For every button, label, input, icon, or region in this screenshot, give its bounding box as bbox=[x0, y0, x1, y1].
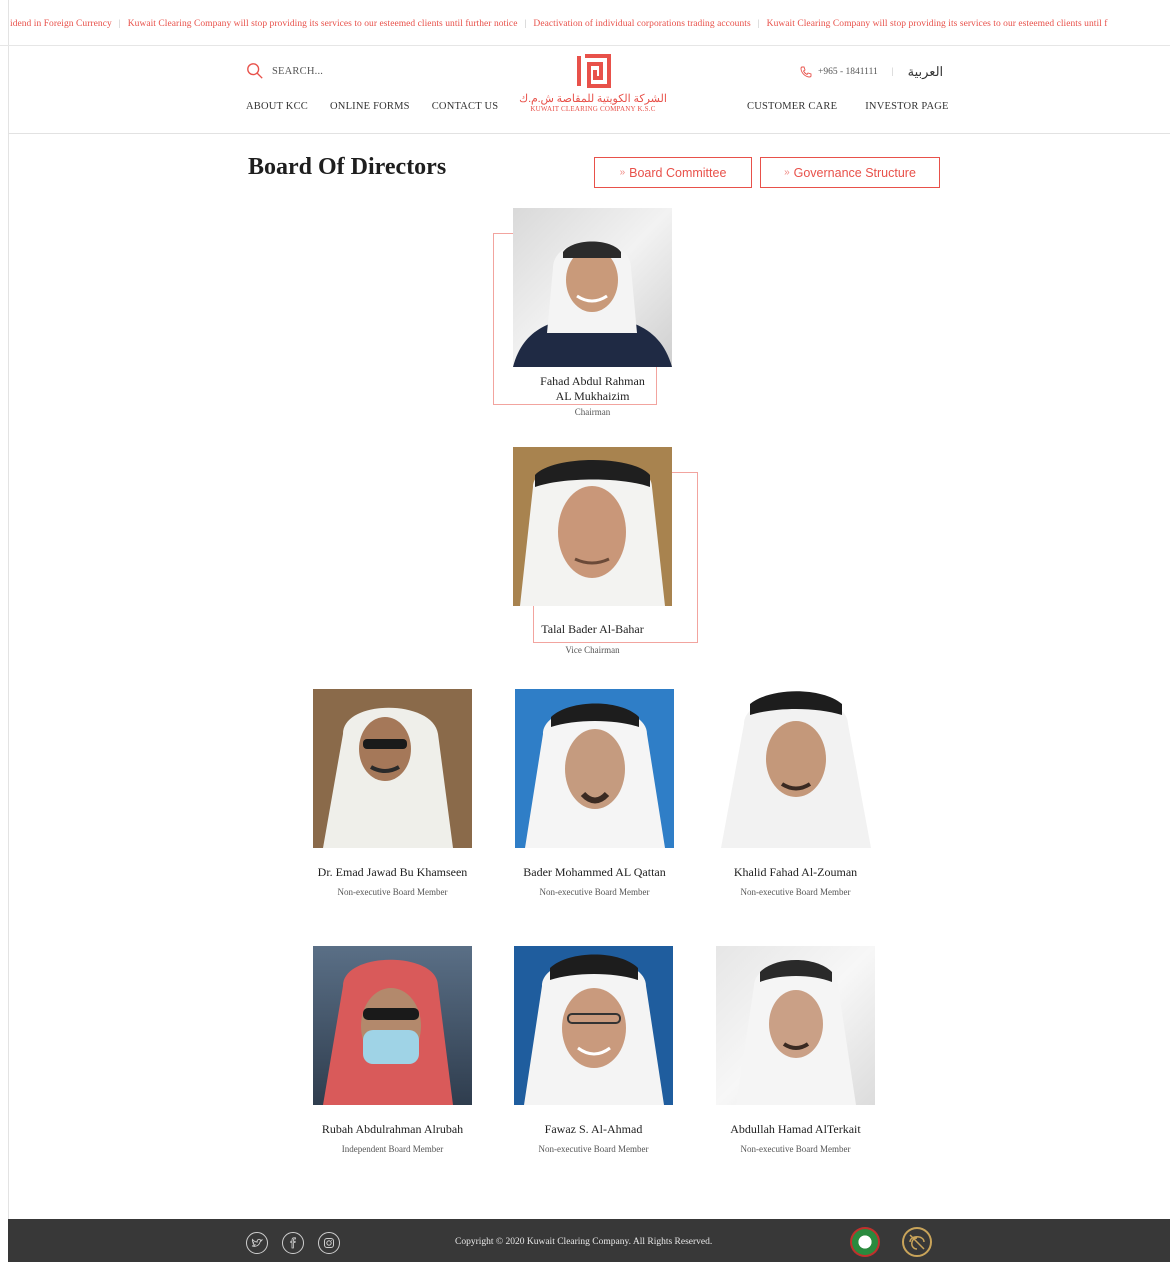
chevron-icon: » bbox=[784, 167, 790, 178]
member-photo bbox=[515, 689, 674, 848]
member-name: Fawaz S. Al-Ahmad bbox=[544, 1122, 643, 1136]
governance-structure-label: Governance Structure bbox=[793, 165, 916, 180]
board-member-card[interactable]: Bader Mohammed AL Qattan Non-executive B… bbox=[515, 689, 674, 897]
nav-customer-care[interactable]: CUSTOMER CARE bbox=[747, 101, 837, 112]
logo-english-text: KUWAIT CLEARING COMPANY K.S.C bbox=[530, 105, 656, 113]
site-header: ABOUT KCC ONLINE FORMS CONTACT US الشركة… bbox=[8, 46, 1170, 134]
board-committee-label: Board Committee bbox=[629, 165, 727, 180]
member-role: Non-executive Board Member bbox=[539, 887, 650, 897]
facebook-icon[interactable] bbox=[282, 1232, 304, 1254]
twitter-icon[interactable] bbox=[246, 1232, 268, 1254]
vice-chairman-name: Talal Bader Al-Bahar bbox=[541, 622, 644, 636]
instagram-icon[interactable] bbox=[318, 1232, 340, 1254]
page-title: Board Of Directors bbox=[248, 154, 447, 180]
board-committee-button[interactable]: » Board Committee bbox=[594, 157, 752, 188]
contact-divider: | bbox=[891, 67, 894, 77]
member-photo bbox=[313, 689, 472, 848]
logo-arabic-text: الشركة الكويتية للمقاصة ش.م.ك bbox=[519, 93, 667, 105]
vice-chairman-photo bbox=[513, 447, 672, 606]
member-name: Abdullah Hamad AlTerkait bbox=[730, 1122, 861, 1136]
chairman-photo bbox=[513, 208, 672, 367]
kcc-logo[interactable]: الشركة الكويتية للمقاصة ش.م.ك KUWAIT CLE… bbox=[518, 54, 668, 126]
nav-left: ABOUT KCC ONLINE FORMS CONTACT US bbox=[246, 101, 498, 112]
member-role: Non-executive Board Member bbox=[740, 1144, 851, 1154]
governance-structure-button[interactable]: » Governance Structure bbox=[760, 157, 940, 188]
nav-about-kcc[interactable]: ABOUT KCC bbox=[246, 101, 308, 112]
member-role: Independent Board Member bbox=[341, 1144, 444, 1154]
ticker-item[interactable]: Kuwait Clearing Company will stop provid… bbox=[767, 19, 1108, 29]
member-role: Non-executive Board Member bbox=[538, 1144, 649, 1154]
chairman-name-line2: AL Mukhaizim bbox=[555, 389, 630, 403]
search-icon[interactable] bbox=[246, 62, 264, 80]
copyright-text: Copyright © 2020 Kuwait Clearing Company… bbox=[455, 1237, 713, 1247]
board-member-card[interactable]: Fawaz S. Al-Ahmad Non-executive Board Me… bbox=[514, 946, 673, 1154]
chairman-name-line1: Fahad Abdul Rahman bbox=[540, 374, 645, 388]
nav-contact-us[interactable]: CONTACT US bbox=[432, 101, 499, 112]
member-name: Khalid Fahad Al-Zouman bbox=[733, 865, 858, 879]
nav-investor-page[interactable]: INVESTOR PAGE bbox=[865, 101, 948, 112]
vice-chairman-card[interactable]: Talal Bader Al-Bahar Vice Chairman bbox=[513, 447, 672, 655]
member-name: Dr. Emad Jawad Bu Khamseen bbox=[317, 865, 468, 879]
nav-right: CUSTOMER CARE INVESTOR PAGE bbox=[747, 101, 949, 112]
member-name: Bader Mohammed AL Qattan bbox=[523, 865, 666, 879]
chairman-card[interactable]: Fahad Abdul Rahman AL Mukhaizim Chairman bbox=[513, 208, 672, 417]
board-member-card[interactable]: Rubah Abdulrahman Alrubah Independent Bo… bbox=[313, 946, 472, 1154]
board-member-card[interactable]: Khalid Fahad Al-Zouman Non-executive Boa… bbox=[716, 689, 875, 897]
ticker-item[interactable]: idend in Foreign Currency bbox=[10, 19, 112, 29]
kuwait-emblem-icon[interactable] bbox=[850, 1227, 880, 1257]
ticker-item[interactable]: Kuwait Clearing Company will stop provid… bbox=[128, 19, 518, 29]
search-input[interactable] bbox=[272, 65, 392, 77]
member-name: Rubah Abdulrahman Alrubah bbox=[321, 1122, 464, 1136]
member-photo bbox=[716, 946, 875, 1105]
search-box[interactable] bbox=[246, 62, 392, 80]
member-photo bbox=[514, 946, 673, 1105]
chairman-role: Chairman bbox=[574, 407, 611, 417]
phone-icon bbox=[800, 66, 812, 78]
ticker-item[interactable]: Deactivation of individual corporations … bbox=[533, 19, 750, 29]
contact-bar: +965 - 1841111 | العربية bbox=[800, 64, 943, 80]
member-photo bbox=[716, 689, 875, 848]
kcc-logo-icon bbox=[577, 54, 611, 88]
member-role: Non-executive Board Member bbox=[740, 887, 851, 897]
news-ticker: idend in Foreign Currency | Kuwait Clearin… bbox=[0, 0, 1170, 46]
chevron-icon: » bbox=[619, 167, 626, 178]
language-switch[interactable]: العربية bbox=[908, 64, 944, 80]
gold-emblem-icon[interactable] bbox=[902, 1227, 932, 1257]
member-role: Non-executive Board Member bbox=[337, 887, 448, 897]
ticker-track: idend in Foreign Currency | Kuwait Clearin… bbox=[10, 19, 1108, 29]
member-photo bbox=[313, 946, 472, 1105]
board-member-card[interactable]: Abdullah Hamad AlTerkait Non-executive B… bbox=[716, 946, 875, 1154]
nav-online-forms[interactable]: ONLINE FORMS bbox=[330, 101, 410, 112]
board-member-card[interactable]: Dr. Emad Jawad Bu Khamseen Non-executive… bbox=[313, 689, 472, 897]
phone-number[interactable]: +965 - 1841111 bbox=[818, 67, 878, 77]
site-footer: Copyright © 2020 Kuwait Clearing Company… bbox=[8, 1219, 1170, 1262]
vice-chairman-role: Vice Chairman bbox=[565, 645, 620, 655]
